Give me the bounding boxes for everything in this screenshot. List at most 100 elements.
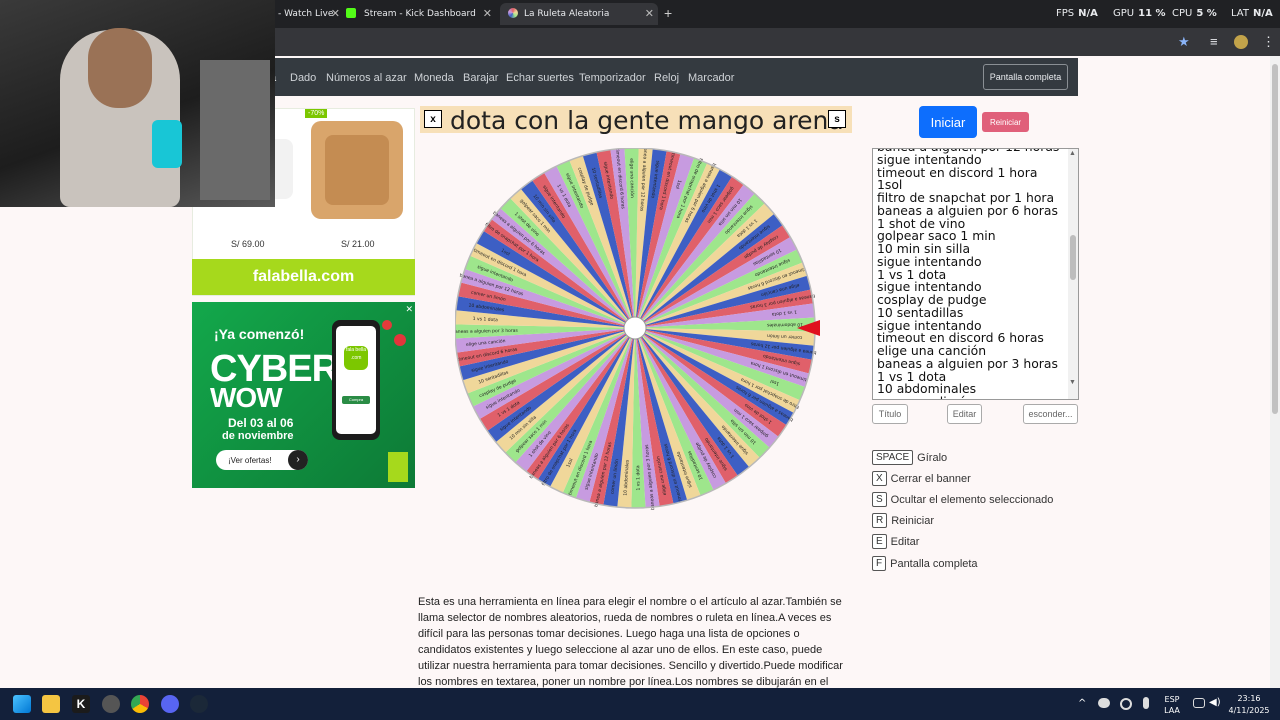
discord-icon[interactable]	[161, 695, 179, 713]
nav-item-moneda[interactable]: Moneda	[414, 72, 454, 84]
reset-button[interactable]: Reiniciar	[982, 112, 1029, 132]
gpu-readout: GPU 11 %	[1113, 8, 1166, 19]
windows-start-icon[interactable]	[13, 695, 31, 713]
obs-icon[interactable]	[102, 695, 120, 713]
fullscreen-button[interactable]: Pantalla completa	[983, 64, 1068, 90]
wheel-segment-label: 1 vs 1 dota	[635, 465, 641, 491]
ad-dates: de noviembre	[222, 430, 294, 442]
shortcut-label: Reiniciar	[891, 514, 935, 527]
description-text: Esta es una herramienta en línea para el…	[418, 596, 843, 688]
textarea-scrollbar[interactable]: ▲ ▼	[1068, 149, 1078, 399]
nav-item-numeros[interactable]: Números al azar	[326, 72, 407, 84]
shortcut-key: S	[872, 492, 887, 507]
background-chair	[200, 60, 270, 200]
media-icon[interactable]: ≡	[1210, 34, 1218, 49]
shortcut-space: SPACE Gíralo	[872, 450, 947, 465]
phone-image: fala bella .com Compra	[332, 320, 380, 440]
microphone-icon	[152, 120, 182, 168]
fps-readout: FPS N/A	[1056, 8, 1098, 19]
clock-time[interactable]: 23:16	[1224, 694, 1274, 703]
clock-date[interactable]: 4/11/2025	[1224, 706, 1274, 715]
scroll-up-icon[interactable]: ▲	[1069, 150, 1076, 157]
wheel-title: dota con la gente mango arena	[450, 106, 844, 135]
nav-item-marcador[interactable]: Marcador	[688, 72, 734, 84]
cyber-wow-ad[interactable]: ¡Ya comenzó! CYBER WOW Del 03 al 06 de n…	[192, 302, 415, 488]
hide-button[interactable]: esconder...	[1023, 404, 1078, 424]
kick-icon	[346, 8, 356, 18]
steam-icon[interactable]	[190, 695, 208, 713]
language-indicator[interactable]: ESP	[1162, 695, 1182, 704]
tab-label: La Ruleta Aleatoria	[524, 9, 610, 19]
nav-item-dado[interactable]: Dado	[290, 72, 316, 84]
sync-icon[interactable]	[1120, 698, 1132, 710]
falabella-logo[interactable]: falabella.com	[192, 259, 415, 295]
shortcut-label: Ocultar el elemento seleccionado	[890, 493, 1054, 506]
start-spin-button[interactable]: Iniciar	[919, 106, 977, 138]
product-airfryer-liner-image[interactable]	[305, 109, 415, 259]
page-scroll-thumb[interactable]	[1272, 64, 1278, 414]
tab-ruleta[interactable]: La Ruleta Aleatoria ✕	[500, 3, 658, 25]
star-sticker-icon	[394, 334, 406, 346]
page-scrollbar[interactable]	[1270, 56, 1280, 688]
webcam-overlay	[0, 0, 275, 207]
shortcut-key: SPACE	[872, 450, 914, 465]
ad-intro: ¡Ya comenzó!	[214, 326, 305, 342]
shortcut-key: F	[872, 556, 887, 571]
arrow-right-icon[interactable]: ›	[288, 450, 308, 470]
volume-icon[interactable]: ◀)	[1209, 697, 1221, 708]
shortcut-s: S Ocultar el elemento seleccionado	[872, 492, 1053, 507]
close-icon[interactable]: ✕	[483, 7, 492, 20]
wheel-title-bar: x dota con la gente mango arena s	[420, 106, 852, 135]
product-price: S/ 21.00	[341, 239, 375, 249]
lat-readout: LAT N/A	[1231, 8, 1273, 19]
windows-taskbar: K ^ ESP LAA ◀) 23:16 4/11/2025	[0, 688, 1280, 720]
shortcut-label: Pantalla completa	[890, 557, 978, 570]
edit-button[interactable]: Editar	[947, 404, 982, 424]
shortcut-key: R	[872, 513, 888, 528]
names-line: comer un limón	[877, 395, 1059, 399]
shortcut-key: X	[872, 471, 887, 486]
menu-kebab-icon[interactable]: ⋮	[1262, 34, 1275, 50]
names-line: timeout en discord 1 hora	[877, 164, 1038, 180]
title-button[interactable]: Título	[872, 404, 908, 424]
tray-chevron-icon[interactable]: ^	[1078, 698, 1086, 709]
names-textarea[interactable]: banea a alguien por 12 horassigue intent…	[872, 148, 1079, 400]
nav-item-barajar[interactable]: Barajar	[463, 72, 498, 84]
textarea-scroll-thumb[interactable]	[1070, 235, 1076, 280]
file-explorer-icon[interactable]	[42, 695, 60, 713]
shortcut-f: F Pantalla completa	[872, 556, 978, 571]
discount-badge: -70%	[305, 109, 328, 118]
close-banner-key[interactable]: x	[424, 110, 442, 128]
scroll-down-icon[interactable]: ▼	[1069, 379, 1076, 386]
wheel-hub	[623, 316, 647, 340]
new-tab-icon[interactable]: +	[664, 5, 672, 21]
close-icon[interactable]: ✕	[331, 7, 340, 20]
falabella-f-icon	[388, 452, 408, 482]
display-icon[interactable]	[1193, 698, 1205, 708]
nav-item-echar-suertes[interactable]: Echar suertes	[506, 72, 574, 84]
shortcut-label: Editar	[890, 535, 920, 548]
streamer-face	[88, 28, 152, 108]
microphone-tray-icon[interactable]	[1143, 697, 1149, 709]
tab-label: Stream - Kick Dashboard	[364, 9, 476, 19]
profile-avatar-icon[interactable]	[1234, 35, 1248, 49]
chrome-icon[interactable]	[131, 695, 149, 713]
phone-app-logo: fala bella .com	[344, 346, 368, 370]
shortcut-key: E	[872, 534, 887, 549]
ad-headline: WOW	[210, 382, 283, 413]
name-wheel[interactable]: banea a alguien por 12 horas sigue intent…	[455, 148, 827, 520]
shortcut-r: R Reiniciar	[872, 513, 934, 528]
nav-item-reloj[interactable]: Reloj	[654, 72, 679, 84]
wheel-segment-label: 10 abdominales	[766, 321, 803, 328]
nav-item-temporizador[interactable]: Temporizador	[579, 72, 646, 84]
ad-dates: Del 03 al 06	[228, 416, 294, 430]
bookmark-star-icon[interactable]: ★	[1178, 34, 1190, 50]
tab-kick-dashboard[interactable]: Stream - Kick Dashboard ✕	[344, 3, 496, 25]
hide-selected-key[interactable]: s	[828, 110, 846, 128]
star-sticker-icon	[382, 320, 392, 330]
onedrive-icon[interactable]	[1098, 698, 1110, 708]
close-icon[interactable]: ✕	[645, 7, 654, 20]
kick-app-icon[interactable]: K	[72, 695, 90, 713]
close-icon[interactable]: ✕	[405, 304, 413, 315]
language-indicator[interactable]: LAA	[1162, 706, 1182, 715]
